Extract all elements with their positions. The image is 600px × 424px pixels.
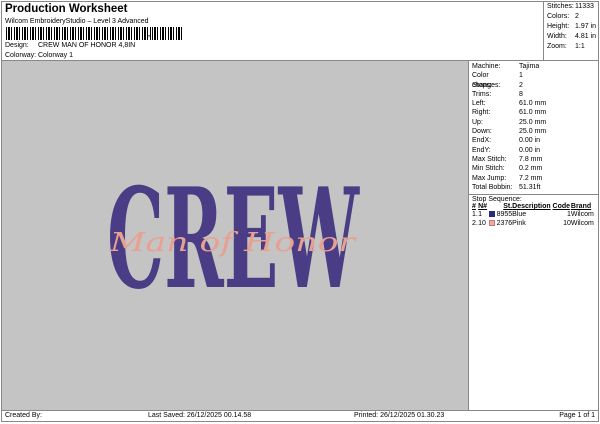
stat-colors: Colors: 2: [547, 13, 579, 20]
stop-sequence-table: # N# St. Description Code Brand 1. 1 895…: [472, 203, 595, 228]
color-swatch: [488, 211, 495, 218]
footer: Created By: Last Saved: 26/12/2025 00.14…: [2, 410, 598, 421]
detail-row: Color changes: 1: [472, 72, 523, 89]
design-script-text: Man of Honor: [109, 228, 357, 258]
detail-row: Down: 25.0 mm: [472, 128, 547, 136]
stat-zoom: Zoom: 1:1: [547, 43, 585, 50]
created-by: Created By:: [5, 412, 42, 419]
software-name: Wilcom EmbroideryStudio – Level 3 Advanc…: [5, 18, 149, 25]
page-title: Production Worksheet: [5, 3, 128, 15]
table-row: 2. 10 2376 Pink 10 Wilcom: [472, 220, 594, 228]
table-header: # N# St. Description Code Brand: [472, 203, 592, 211]
detail-row: Up: 25.0 mm: [472, 118, 547, 126]
detail-row: Total Bobbin: 51.31ft: [472, 183, 541, 191]
detail-row: Right: 61.0 mm: [472, 109, 547, 117]
colorway-label: Colorway:: [5, 52, 37, 59]
detail-row: Max Jump: 7.2 mm: [472, 174, 543, 182]
color-swatch: [488, 220, 495, 227]
detail-row: EndX: 0.00 in: [472, 137, 541, 145]
stat-width: Width: 4.81 in: [547, 33, 597, 40]
stop-sequence-title: Stop Sequence:: [472, 196, 522, 204]
page-number: Page 1 of 1: [559, 412, 595, 419]
detail-row: Trims: 8: [472, 90, 523, 98]
last-saved: Last Saved: 26/12/2025 00.14.58: [148, 412, 252, 419]
details-panel: Machine: Tajima Color changes: 1 Stops: 2 Trim…: [468, 60, 598, 410]
colorway-value: Colorway 1: [38, 52, 74, 59]
printed-date: Printed: 26/12/2025 01.30.23: [354, 412, 445, 419]
detail-row: Min Stitch: 0.2 mm: [472, 165, 543, 173]
detail-row: Max Stitch: 7.8 mm: [472, 155, 543, 163]
stop-sequence: Stop Sequence: # N# St. Description Code…: [469, 194, 598, 229]
detail-row: Left: 61.0 mm: [472, 100, 547, 108]
embroidery-design: CREW Man of Honor: [107, 157, 360, 320]
stat-stitches: Stitches: 11333: [547, 3, 594, 10]
design-label: Design:: [5, 42, 29, 49]
barcode-suffix: ,: [148, 31, 150, 38]
design-value: CREW MAN OF HONOR 4,8IN: [38, 42, 136, 49]
detail-row: Machine: Tajima: [472, 63, 540, 70]
header: Production Worksheet Wilcom EmbroiderySt…: [2, 2, 468, 60]
stats-box: Stitches: 11333 Colors: 2 Height: 1.97 in W…: [543, 2, 598, 60]
table-row: 1. 1 8955 Blue 1 Wilcom: [472, 211, 594, 219]
detail-row: EndY: 0.00 in: [472, 146, 541, 154]
barcode-tail: [152, 27, 182, 40]
stat-height: Height: 1.97 in: [547, 23, 597, 30]
detail-row: Stops: 2: [472, 81, 523, 89]
design-preview: CREW Man of Honor: [2, 60, 468, 410]
